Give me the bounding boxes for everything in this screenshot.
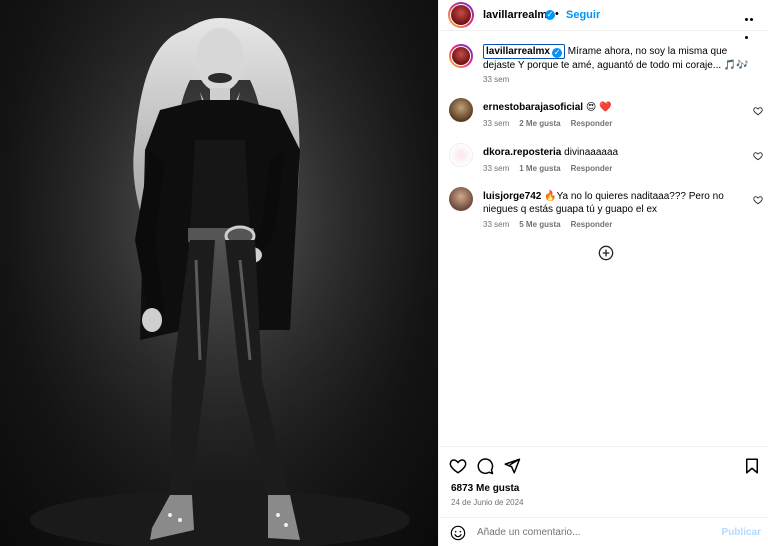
- more-options-icon[interactable]: [745, 8, 759, 39]
- likes-count[interactable]: 6873 Me gusta: [451, 483, 519, 494]
- comment-likes[interactable]: 1 Me gusta: [519, 164, 560, 173]
- comment-like-heart-icon[interactable]: [753, 195, 763, 205]
- comment-meta: 33 sem 5 Me gusta Responder: [483, 220, 612, 229]
- comment-input[interactable]: [477, 527, 697, 538]
- post-side-panel: lavillarrealmx ✓ • Seguir lavillarrealmx…: [438, 0, 768, 546]
- caption-avatar[interactable]: [449, 44, 473, 68]
- commenter-username[interactable]: luisjorge742: [483, 191, 541, 202]
- comment-like-heart-icon[interactable]: [753, 151, 763, 161]
- author-username[interactable]: lavillarrealmx: [483, 9, 553, 21]
- commenter-username[interactable]: dkora.reposteria: [483, 147, 561, 158]
- comment-text: dkora.reposteria divinaaaaaa: [483, 146, 749, 159]
- photo-illustration: [0, 0, 438, 546]
- heart-icon[interactable]: [449, 457, 467, 475]
- verified-badge-icon: ✓: [545, 10, 555, 20]
- comment-text: ernestobarajasoficial 😍 ❤️: [483, 101, 749, 114]
- comment-like-heart-icon[interactable]: [753, 106, 763, 116]
- reply-button[interactable]: Responder: [571, 220, 613, 229]
- reply-button[interactable]: Responder: [571, 164, 613, 173]
- post-date: 24 de Junio de 2024: [451, 498, 524, 507]
- share-icon[interactable]: [503, 457, 521, 475]
- post-photo[interactable]: [0, 0, 438, 546]
- verified-badge-icon: ✓: [551, 48, 562, 58]
- commenter-avatar[interactable]: [449, 98, 473, 122]
- caption-username-label: lavillarrealmx: [486, 46, 550, 57]
- commenter-avatar[interactable]: [449, 143, 473, 167]
- commenter-username[interactable]: ernestobarajasoficial: [483, 102, 583, 113]
- comment-time: 33 sem: [483, 119, 510, 128]
- separator-dot: •: [555, 8, 559, 20]
- emoji-icon[interactable]: [450, 525, 466, 541]
- comment-time: 33 sem: [483, 164, 510, 173]
- plus-circle-icon[interactable]: [598, 245, 614, 261]
- comment-meta: 33 sem 2 Me gusta Responder: [483, 119, 612, 128]
- comment-time: 33 sem: [483, 220, 510, 229]
- post-actions: 6873 Me gusta 24 de Junio de 2024 Public…: [439, 446, 768, 546]
- comment-text: luisjorge742 🔥Ya no lo quieres naditaaa?…: [483, 190, 749, 216]
- reply-button[interactable]: Responder: [571, 119, 613, 128]
- caption-text: lavillarrealmx ✓ Mírame ahora, no soy la …: [483, 44, 749, 72]
- comment-body: divinaaaaaa: [564, 147, 619, 158]
- caption-username[interactable]: lavillarrealmx ✓: [483, 44, 565, 59]
- comment-meta: 33 sem 1 Me gusta Responder: [483, 164, 612, 173]
- comment-likes[interactable]: 2 Me gusta: [519, 119, 560, 128]
- bookmark-icon[interactable]: [743, 457, 761, 475]
- commenter-avatar[interactable]: [449, 187, 473, 211]
- publish-button[interactable]: Publicar: [722, 527, 761, 538]
- comment-likes[interactable]: 5 Me gusta: [519, 220, 560, 229]
- author-avatar[interactable]: [448, 2, 474, 28]
- caption-time: 33 sem: [483, 75, 510, 84]
- follow-button[interactable]: Seguir: [566, 9, 600, 21]
- post-header: lavillarrealmx ✓ • Seguir: [439, 0, 768, 39]
- comment-composer: Publicar: [439, 517, 768, 546]
- comment-body: 😍 ❤️: [585, 102, 612, 113]
- comment-icon[interactable]: [476, 457, 494, 475]
